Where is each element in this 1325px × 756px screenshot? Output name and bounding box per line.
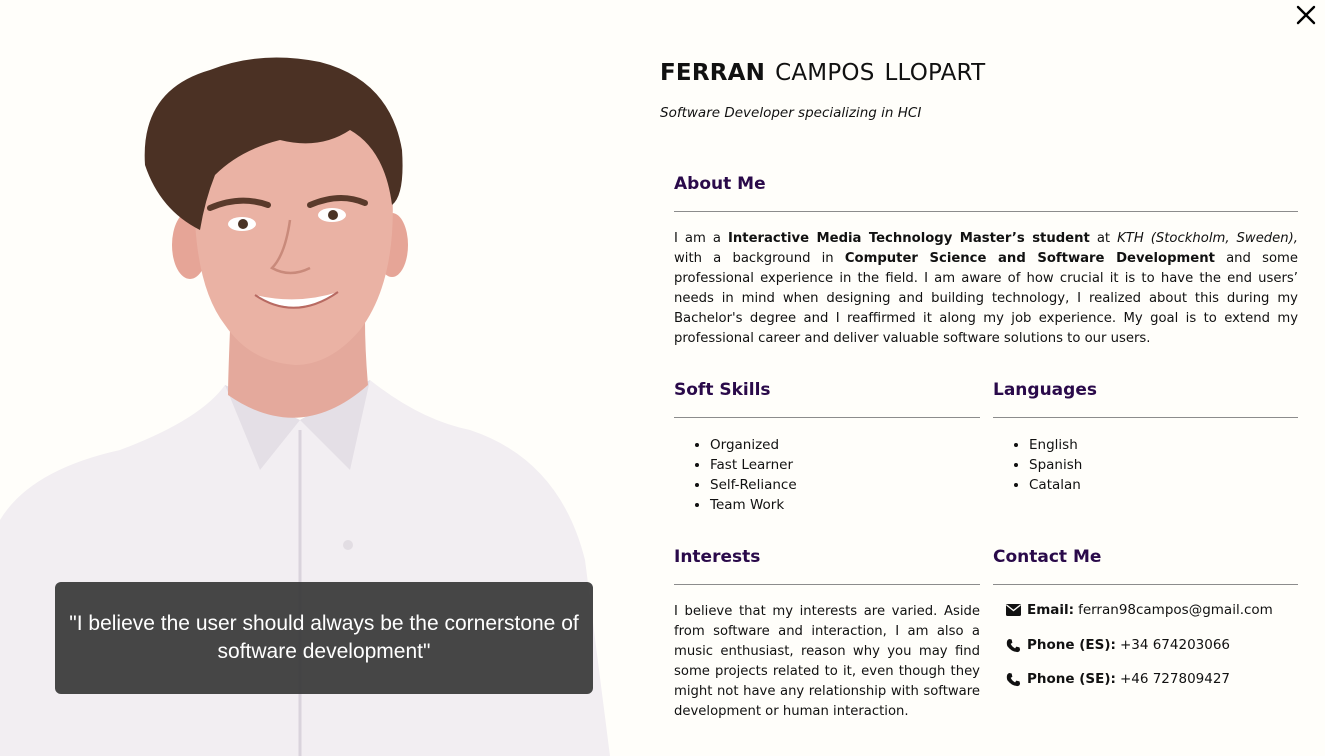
list-item: Team Work bbox=[710, 495, 797, 515]
close-icon[interactable] bbox=[1295, 4, 1317, 26]
list-item: English bbox=[1029, 435, 1082, 455]
about-text-part: I am a bbox=[674, 231, 728, 246]
list-item: Organized bbox=[710, 435, 797, 455]
languages-title: Languages bbox=[993, 380, 1097, 400]
email-value[interactable]: ferran98campos@gmail.com bbox=[1078, 602, 1273, 618]
profile-photo: "I believe the user should always be the… bbox=[0, 0, 625, 756]
soft-skills-list: Organized Fast Learner Self-Reliance Tea… bbox=[674, 435, 797, 515]
languages-list: English Spanish Catalan bbox=[993, 435, 1082, 495]
interests-text: I believe that my interests are varied. … bbox=[674, 604, 980, 719]
list-item: Fast Learner bbox=[710, 455, 797, 475]
phone-icon bbox=[1006, 672, 1021, 686]
list-item: Catalan bbox=[1029, 475, 1082, 495]
about-text: I am a Interactive Media Technology Mast… bbox=[674, 229, 1298, 349]
about-location: KTH (Stockholm, Sweden), bbox=[1117, 231, 1298, 246]
contact-phone-se[interactable]: Phone (SE): +46 727809427 bbox=[1006, 671, 1230, 687]
about-highlight-degree: Interactive Media Technology Master’s st… bbox=[727, 231, 1090, 246]
soft-skills-divider bbox=[674, 417, 980, 418]
contact-title: Contact Me bbox=[993, 547, 1102, 567]
last-name: LLOPART bbox=[884, 60, 986, 86]
interests-divider bbox=[674, 584, 980, 585]
about-divider bbox=[674, 211, 1298, 212]
phone-se-label: Phone (SE): bbox=[1027, 671, 1116, 687]
about-text-part: at bbox=[1089, 231, 1118, 246]
languages-divider bbox=[993, 417, 1298, 418]
quote-text: "I believe the user should always be the… bbox=[69, 612, 579, 663]
contact-phone-es[interactable]: Phone (ES): +34 674203066 bbox=[1006, 637, 1230, 653]
quote-box: "I believe the user should always be the… bbox=[55, 582, 593, 694]
envelope-icon bbox=[1006, 604, 1021, 616]
list-item: Spanish bbox=[1029, 455, 1082, 475]
phone-icon bbox=[1006, 638, 1021, 652]
about-text-part: with a background in bbox=[674, 251, 845, 266]
tagline: Software Developer specializing in HCI bbox=[660, 105, 922, 121]
email-label: Email: bbox=[1027, 602, 1075, 618]
phone-es-value[interactable]: +34 674203066 bbox=[1120, 637, 1230, 653]
page-title: FERRAN CAMPOS LLOPART bbox=[660, 60, 985, 86]
interests-title: Interests bbox=[674, 547, 761, 567]
phone-se-value[interactable]: +46 727809427 bbox=[1120, 671, 1230, 687]
contact-email[interactable]: Email: ferran98campos@gmail.com bbox=[1006, 602, 1273, 618]
about-title: About Me bbox=[674, 174, 766, 194]
list-item: Self-Reliance bbox=[710, 475, 797, 495]
contact-divider bbox=[993, 584, 1298, 585]
phone-es-label: Phone (ES): bbox=[1027, 637, 1116, 653]
middle-name: CAMPOS bbox=[775, 60, 875, 86]
first-name: FERRAN bbox=[660, 60, 766, 86]
about-highlight-background: Computer Science and Software Developmen… bbox=[844, 251, 1215, 266]
soft-skills-title: Soft Skills bbox=[674, 380, 771, 400]
